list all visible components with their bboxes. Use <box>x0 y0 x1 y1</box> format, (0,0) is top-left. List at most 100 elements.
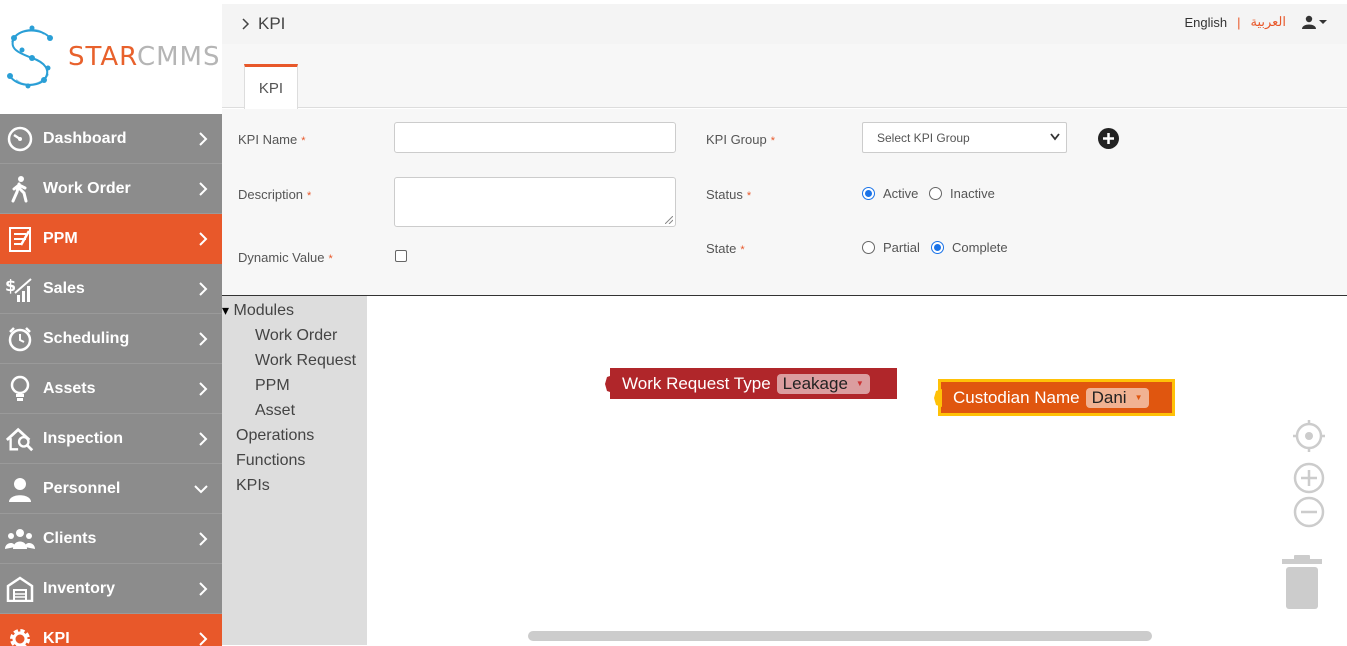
sidebar-item-label: PPM <box>43 229 78 247</box>
caret-down-icon <box>1319 20 1327 24</box>
toolbox-item-ppm[interactable]: PPM <box>255 377 290 395</box>
block-value-dropdown[interactable]: Leakage ▼ <box>776 373 870 394</box>
chevron-right-icon <box>199 531 208 546</box>
chevron-right-icon <box>199 631 208 646</box>
sidebar-item-personnel[interactable]: Personnel <box>0 464 222 514</box>
add-kpi-group-icon[interactable] <box>1098 128 1119 149</box>
walking-person-icon <box>5 174 35 204</box>
chevron-right-icon <box>199 331 208 346</box>
chevron-right-icon <box>199 131 208 146</box>
kpi-name-input[interactable] <box>394 122 676 153</box>
trash-can-icon[interactable] <box>1280 554 1324 610</box>
sidebar-item-clients[interactable]: Clients <box>0 514 222 564</box>
radio-unchecked-icon <box>929 187 942 200</box>
status-label: Status * <box>706 187 752 202</box>
sidebar-item-kpi[interactable]: KPI <box>0 614 222 646</box>
logo[interactable]: STARCMMS <box>0 0 222 114</box>
gear-icon <box>5 624 35 646</box>
sidebar-item-work-order[interactable]: Work Order <box>0 164 222 214</box>
blockly-toolbox: ▾ Modules Work Order Work Request PPM As… <box>222 296 367 645</box>
description-label: Description * <box>238 187 312 202</box>
toolbox-item-work-order[interactable]: Work Order <box>255 327 337 345</box>
sidebar-item-inventory[interactable]: Inventory <box>0 564 222 614</box>
chevron-right-icon <box>199 431 208 446</box>
breadcrumb: KPI <box>242 14 285 34</box>
warehouse-icon <box>5 574 35 604</box>
brand-part-1: STAR <box>68 42 137 72</box>
dynamic-value-checkbox[interactable] <box>395 250 407 262</box>
state-label: State * <box>706 241 745 256</box>
toolbox-category-operations[interactable]: Operations <box>236 427 314 445</box>
sidebar-item-label: Dashboard <box>43 129 127 147</box>
sidebar-item-ppm[interactable]: PPM <box>0 214 222 264</box>
chevron-right-icon <box>199 231 208 246</box>
sidebar-item-sales[interactable]: $ Sales <box>0 264 222 314</box>
alarm-clock-icon <box>5 324 35 354</box>
tab-bar: KPI <box>222 44 1347 109</box>
sidebar-item-label: Scheduling <box>43 329 130 347</box>
sidebar-item-label: Personnel <box>43 479 121 497</box>
sidebar-item-label: Assets <box>43 379 96 397</box>
top-bar: KPI English | العربية <box>222 4 1347 44</box>
block-connector-icon <box>934 389 942 407</box>
sales-chart-icon: $ <box>5 274 35 304</box>
sidebar-item-label: KPI <box>43 629 70 646</box>
block-label: Work Request Type <box>622 373 771 393</box>
radio-checked-icon <box>931 241 944 254</box>
recenter-icon[interactable] <box>1292 419 1326 453</box>
kpi-group-selected: Select KPI Group <box>877 130 970 145</box>
lang-arabic-link[interactable]: العربية <box>1250 14 1286 30</box>
status-inactive-radio[interactable]: Inactive <box>929 186 995 201</box>
sidebar-item-label: Inspection <box>43 429 124 447</box>
chevron-down-icon <box>194 484 208 493</box>
chevron-right-icon <box>199 381 208 396</box>
toolbox-category-kpis[interactable]: KPIs <box>236 477 270 495</box>
horizontal-scrollbar[interactable] <box>528 631 1152 641</box>
zoom-in-icon[interactable] <box>1293 462 1325 494</box>
users-group-icon <box>5 524 35 554</box>
dynamic-value-label: Dynamic Value * <box>238 250 333 265</box>
block-value-dropdown[interactable]: Dani ▼ <box>1085 387 1149 408</box>
sidebar-item-inspection[interactable]: Inspection <box>0 414 222 464</box>
kpi-form: KPI Name * Description * Dynamic Value * KP… <box>222 109 1347 295</box>
kpi-group-select[interactable]: Select KPI Group <box>862 122 1067 153</box>
kpi-name-label: KPI Name * <box>238 132 306 147</box>
sidebar-item-scheduling[interactable]: Scheduling <box>0 314 222 364</box>
chevron-right-icon <box>199 181 208 196</box>
toolbox-category-functions[interactable]: Functions <box>236 452 305 470</box>
zoom-out-icon[interactable] <box>1293 496 1325 528</box>
clipboard-icon <box>5 224 35 254</box>
toolbox-item-asset[interactable]: Asset <box>255 402 295 420</box>
description-textarea[interactable] <box>394 177 676 227</box>
dropdown-triangle-icon: ▼ <box>1134 393 1143 402</box>
lightbulb-icon <box>5 374 35 404</box>
lang-english-link[interactable]: English <box>1184 15 1227 30</box>
blockly-workspace[interactable]: ▾ Modules Work Order Work Request PPM As… <box>222 295 1347 646</box>
lang-separator: | <box>1237 14 1241 30</box>
user-menu[interactable] <box>1302 15 1327 29</box>
dashboard-gauge-icon <box>5 124 35 154</box>
sidebar-item-assets[interactable]: Assets <box>0 364 222 414</box>
brand-name: STARCMMS <box>68 42 220 72</box>
sidebar-item-label: Clients <box>43 529 97 547</box>
block-custodian-name[interactable]: Custodian Name Dani ▼ <box>934 379 1175 416</box>
sidebar-item-label: Work Order <box>43 179 131 197</box>
block-label: Custodian Name <box>953 387 1080 407</box>
tab-kpi[interactable]: KPI <box>244 64 298 109</box>
toolbox-category-modules[interactable]: ▾ Modules <box>222 302 294 320</box>
brand-part-2: CMMS <box>136 42 221 72</box>
sidebar-item-dashboard[interactable]: Dashboard <box>0 114 222 164</box>
state-partial-radio[interactable]: Partial <box>862 240 920 255</box>
block-connector-icon <box>605 375 613 393</box>
toolbox-item-work-request[interactable]: Work Request <box>255 352 356 370</box>
chevron-right-icon <box>242 18 250 30</box>
dropdown-triangle-icon: ▼ <box>855 379 864 388</box>
breadcrumb-current: KPI <box>258 14 286 33</box>
chevron-down-icon <box>1050 133 1060 141</box>
resize-handle-icon[interactable] <box>665 216 673 224</box>
state-complete-radio[interactable]: Complete <box>931 240 1008 255</box>
status-active-radio[interactable]: Active <box>862 186 918 201</box>
block-work-request-type[interactable]: Work Request Type Leakage ▼ <box>605 368 897 399</box>
sidebar: STARCMMS Dashboard Work Order PPM $ Sale… <box>0 0 222 646</box>
house-search-icon <box>5 424 35 454</box>
